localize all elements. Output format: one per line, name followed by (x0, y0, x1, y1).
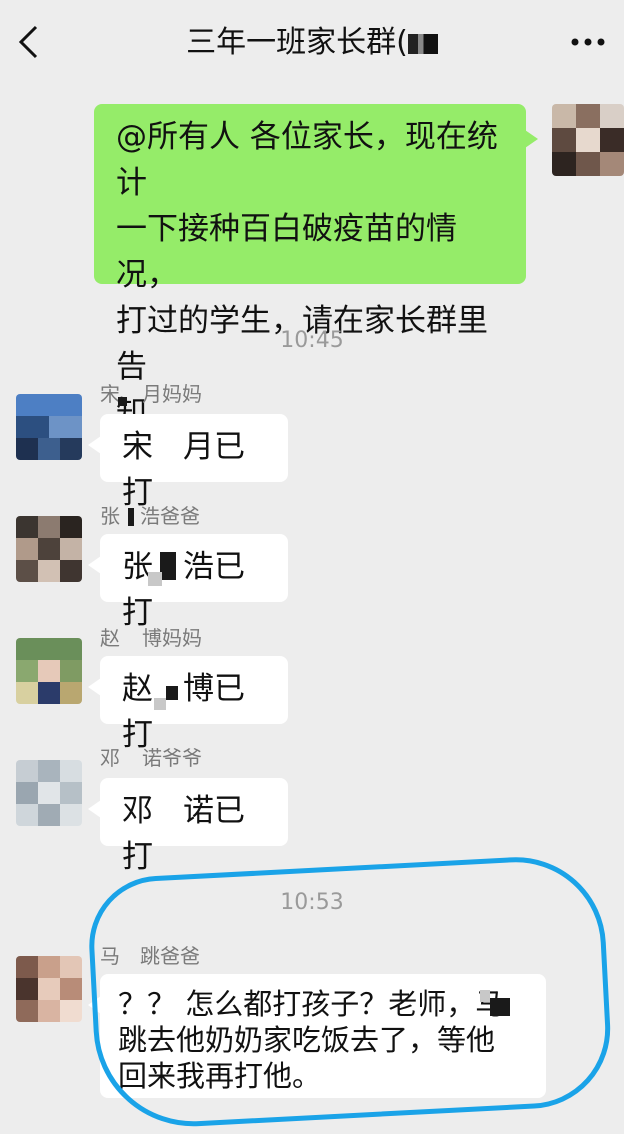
sender-name-part: 张 (100, 504, 120, 528)
sender-name-part: 月妈妈 (142, 382, 202, 406)
sender-name-part: 浩爸爸 (140, 504, 200, 528)
redaction-mark (128, 508, 134, 526)
redaction-mark (148, 572, 162, 586)
sender-name-part: 赵 (100, 626, 120, 650)
avatar[interactable] (16, 760, 82, 826)
message-bubble[interactable]: 邓诺已打 (88, 778, 288, 875)
more-horizontal-icon (571, 38, 605, 46)
sender-name-part: 诺爷爷 (142, 746, 202, 770)
timestamp: 10:45 (280, 328, 344, 353)
teacher-avatar[interactable] (552, 104, 624, 176)
message-text: 邓 (122, 793, 153, 829)
sender-name-part: 博妈妈 (142, 626, 202, 650)
highlight-circle (85, 852, 615, 1132)
chat-title-text: 三年一班家长群( (186, 25, 408, 60)
avatar[interactable] (16, 516, 82, 582)
title-mosaic (407, 34, 438, 54)
chat-title: 三年一班家长群( (0, 24, 624, 62)
more-button[interactable] (568, 30, 608, 54)
redaction-mark (118, 397, 127, 406)
avatar[interactable] (16, 956, 82, 1022)
avatar[interactable] (16, 394, 82, 460)
avatar[interactable] (16, 638, 82, 704)
message-line: 一下接种百白破疫苗的情况， (116, 211, 457, 293)
message-bubble[interactable]: 赵博已打 (88, 656, 288, 753)
redaction-mark (160, 552, 176, 580)
message-bubble[interactable]: 张浩已打 (88, 534, 288, 631)
message-line: @所有人 各位家长，现在统计 (116, 119, 498, 201)
sender-name-part: 宋 (100, 382, 120, 406)
redaction-mark (166, 686, 178, 700)
sender-name: 张浩爸爸 (100, 504, 200, 528)
message-text: 赵 (122, 671, 153, 707)
message-text: 宋 (122, 429, 153, 465)
sender-name: 邓诺爷爷 (100, 746, 202, 770)
sender-name: 赵博妈妈 (100, 626, 202, 650)
teacher-message-bubble[interactable]: @所有人 各位家长，现在统计 一下接种百白破疫苗的情况， 打过的学生，请在家长群… (94, 104, 538, 431)
sender-name-part: 邓 (100, 746, 120, 770)
redaction-mark (154, 698, 166, 710)
message-bubble[interactable]: 宋月已打 (88, 414, 288, 511)
chat-header: 三年一班家长群( (0, 0, 624, 86)
sender-name: 宋月妈妈 (100, 382, 202, 406)
